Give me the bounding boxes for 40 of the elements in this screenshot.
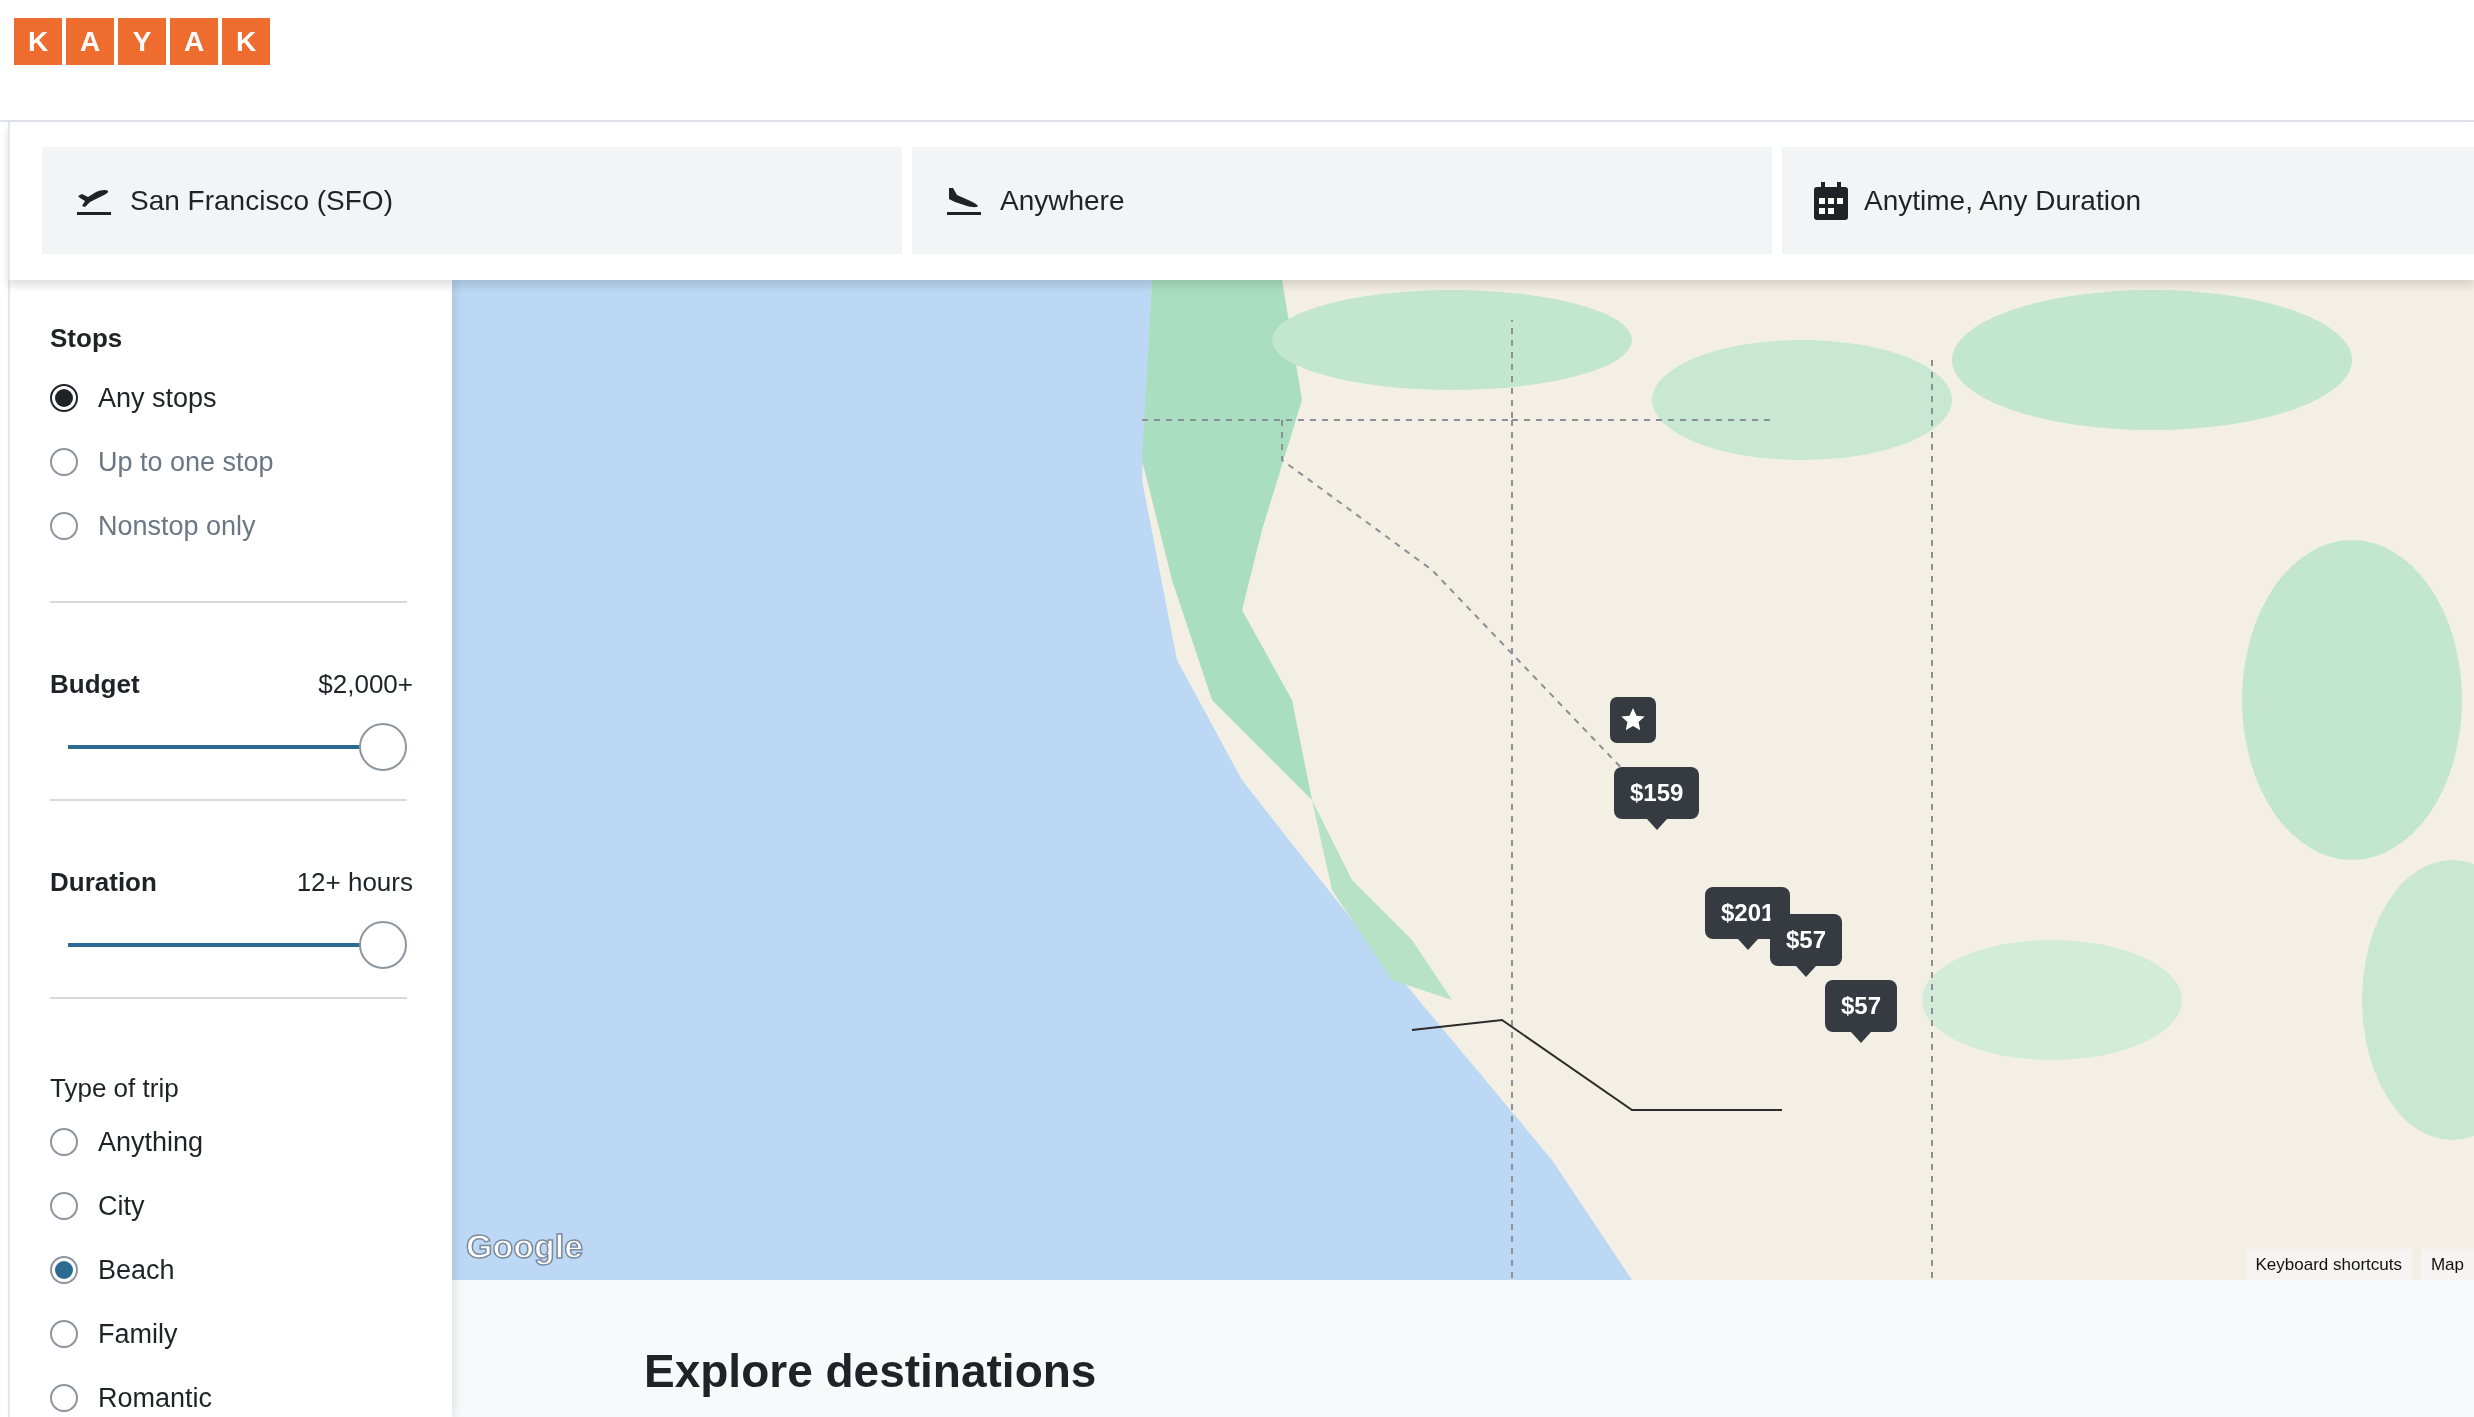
logo-letter: K [14, 18, 62, 65]
star-icon [1620, 707, 1646, 733]
trip-type-option[interactable]: City [50, 1174, 407, 1238]
filter-heading: Type of trip [50, 1072, 180, 1105]
logo-letter: A [170, 18, 218, 65]
slider-thumb[interactable] [359, 723, 407, 771]
landing-icon [944, 185, 984, 216]
radio-button[interactable] [50, 1192, 78, 1220]
trip-type-option[interactable]: Family [50, 1302, 407, 1366]
logo-letter: Y [118, 18, 166, 65]
radio-button[interactable] [50, 448, 78, 476]
google-logo: Google [466, 1226, 584, 1267]
radio-button[interactable] [50, 384, 78, 412]
map-link[interactable]: Map [2420, 1248, 2474, 1280]
destination-field[interactable]: Anywhere [912, 147, 1772, 254]
stop-option[interactable]: Nonstop only [50, 494, 407, 558]
stop-option[interactable]: Up to one stop [50, 430, 407, 494]
filter-heading: Budget [50, 668, 140, 701]
section-title: Explore destinations [644, 1344, 1098, 1399]
filter-heading: Duration [50, 866, 157, 899]
logo-letter: A [66, 18, 114, 65]
slider-thumb[interactable] [359, 921, 407, 969]
origin-marker[interactable] [1610, 697, 1656, 743]
trip-type-option[interactable]: Romantic [50, 1366, 407, 1417]
radio-button[interactable] [50, 1384, 78, 1412]
filter-heading: Stops [50, 322, 124, 355]
stop-option[interactable]: Any stops [50, 366, 407, 430]
calendar-icon [1814, 181, 1848, 220]
radio-button[interactable] [50, 1320, 78, 1348]
radio-button[interactable] [50, 1256, 78, 1284]
trip-type-option[interactable]: Beach [50, 1238, 407, 1302]
radio-button[interactable] [50, 512, 78, 540]
radio-button[interactable] [50, 1128, 78, 1156]
slider-value: 12+ hours [296, 866, 413, 899]
origin-field[interactable]: San Francisco (SFO) [42, 147, 902, 254]
map-link[interactable]: Keyboard shortcuts [2245, 1248, 2412, 1280]
trip-type-option[interactable]: Anything [50, 1110, 407, 1174]
slider-value: $2,000+ [318, 668, 413, 701]
logo-letter: K [222, 18, 270, 65]
date-field[interactable]: Anytime, Any Duration [1782, 147, 2474, 254]
